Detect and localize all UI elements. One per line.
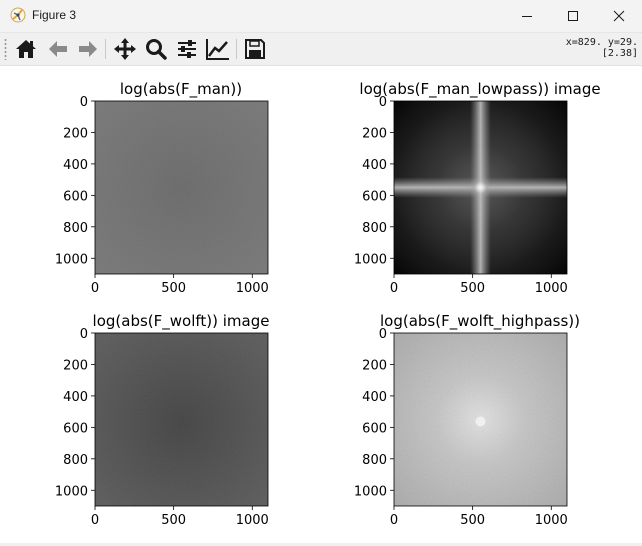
y-tick-label: 0 — [379, 327, 387, 342]
x-tick-label: 500 — [460, 281, 485, 296]
chart-line-icon — [206, 39, 229, 60]
y-tick-label: 200 — [63, 126, 88, 141]
sliders-icon — [178, 40, 196, 58]
subplot-2[interactable]: log(abs(F_man_lowpass)) image0 500 1000020… — [354, 80, 601, 296]
arrow-left-icon — [49, 41, 67, 57]
subplots-button[interactable] — [174, 36, 200, 62]
toolbar-separator — [236, 39, 237, 59]
zoom-button[interactable] — [143, 36, 169, 62]
window-title: Figure 3 — [32, 8, 77, 22]
y-tick-label: 800 — [362, 453, 387, 468]
y-tick-label: 600 — [362, 421, 387, 436]
toolbar-grip[interactable] — [4, 38, 7, 60]
save-button[interactable] — [242, 36, 268, 62]
arrow-right-icon — [79, 41, 97, 57]
image-noise — [95, 333, 268, 506]
close-icon — [613, 10, 625, 22]
close-button[interactable] — [596, 0, 642, 32]
maximize-icon — [568, 11, 578, 21]
x-tick-label: 0 — [390, 281, 398, 296]
move-icon — [114, 38, 136, 60]
subplot-title: log(abs(F_wolft)) image — [93, 312, 270, 331]
x-tick-label: 1000 — [535, 281, 568, 296]
title-bar: Figure 3 — [0, 0, 642, 33]
y-tick-label: 200 — [63, 358, 88, 373]
y-tick-label: 400 — [362, 158, 387, 173]
home-button[interactable] — [13, 36, 39, 62]
floppy-icon — [245, 39, 265, 59]
figure-canvas[interactable]: log(abs(F_man))0 500 100002004006008001000… — [0, 66, 642, 546]
x-tick-label: 1000 — [236, 281, 269, 296]
forward-button[interactable] — [75, 36, 101, 62]
x-tick-label: 500 — [161, 513, 186, 528]
image-center-peak — [475, 416, 486, 427]
back-button[interactable] — [45, 36, 71, 62]
x-tick-label: 0 — [390, 513, 398, 528]
y-tick-label: 200 — [362, 126, 387, 141]
x-tick-label: 0 — [91, 281, 99, 296]
subplot-title: log(abs(F_man_lowpass)) image — [359, 80, 600, 99]
maximize-button[interactable] — [550, 0, 596, 32]
y-tick-label: 800 — [63, 221, 88, 236]
edit-axes-button[interactable] — [205, 36, 231, 62]
y-tick-label: 0 — [80, 327, 88, 342]
toolbar-separator — [105, 39, 106, 59]
y-tick-label: 400 — [362, 390, 387, 405]
image-center-peak — [474, 181, 487, 194]
subplot-4[interactable]: log(abs(F_wolft_highpass))0 500 1000020040… — [354, 312, 580, 528]
subplot-1[interactable]: log(abs(F_man))0 500 100002004006008001000 — [55, 80, 269, 296]
magnifier-icon — [146, 39, 167, 60]
home-icon — [16, 40, 36, 58]
y-tick-label: 200 — [362, 358, 387, 373]
x-tick-label: 1000 — [535, 513, 568, 528]
navigation-toolbar: x=829. y=29. [2.38] — [0, 33, 642, 66]
y-tick-label: 1000 — [55, 252, 88, 267]
y-tick-label: 600 — [63, 189, 88, 204]
cursor-coordinates: x=829. y=29. [2.38] — [566, 37, 638, 59]
y-tick-label: 0 — [379, 95, 387, 110]
y-tick-label: 400 — [63, 158, 88, 173]
minimize-icon — [522, 16, 532, 17]
minimize-button[interactable] — [504, 0, 550, 32]
y-tick-label: 1000 — [55, 484, 88, 499]
pan-button[interactable] — [112, 36, 138, 62]
x-tick-label: 1000 — [236, 513, 269, 528]
x-tick-label: 0 — [91, 513, 99, 528]
y-tick-label: 600 — [362, 189, 387, 204]
y-tick-label: 600 — [63, 421, 88, 436]
matplotlib-icon — [10, 7, 26, 23]
subplot-3[interactable]: log(abs(F_wolft)) image0 500 1000020040060… — [55, 312, 270, 528]
subplot-title: log(abs(F_man)) — [120, 80, 242, 99]
coords-line-1: x=829. y=29. — [565, 37, 638, 48]
y-tick-label: 1000 — [354, 252, 387, 267]
y-tick-label: 1000 — [354, 484, 387, 499]
y-tick-label: 400 — [63, 390, 88, 405]
y-tick-label: 800 — [63, 453, 88, 468]
x-tick-label: 500 — [460, 513, 485, 528]
coords-line-2: [2.38] — [601, 48, 638, 59]
y-tick-label: 0 — [80, 95, 88, 110]
y-tick-label: 800 — [362, 221, 387, 236]
image-noise — [95, 101, 268, 274]
x-tick-label: 500 — [161, 281, 186, 296]
subplot-title: log(abs(F_wolft_highpass)) — [380, 312, 580, 331]
